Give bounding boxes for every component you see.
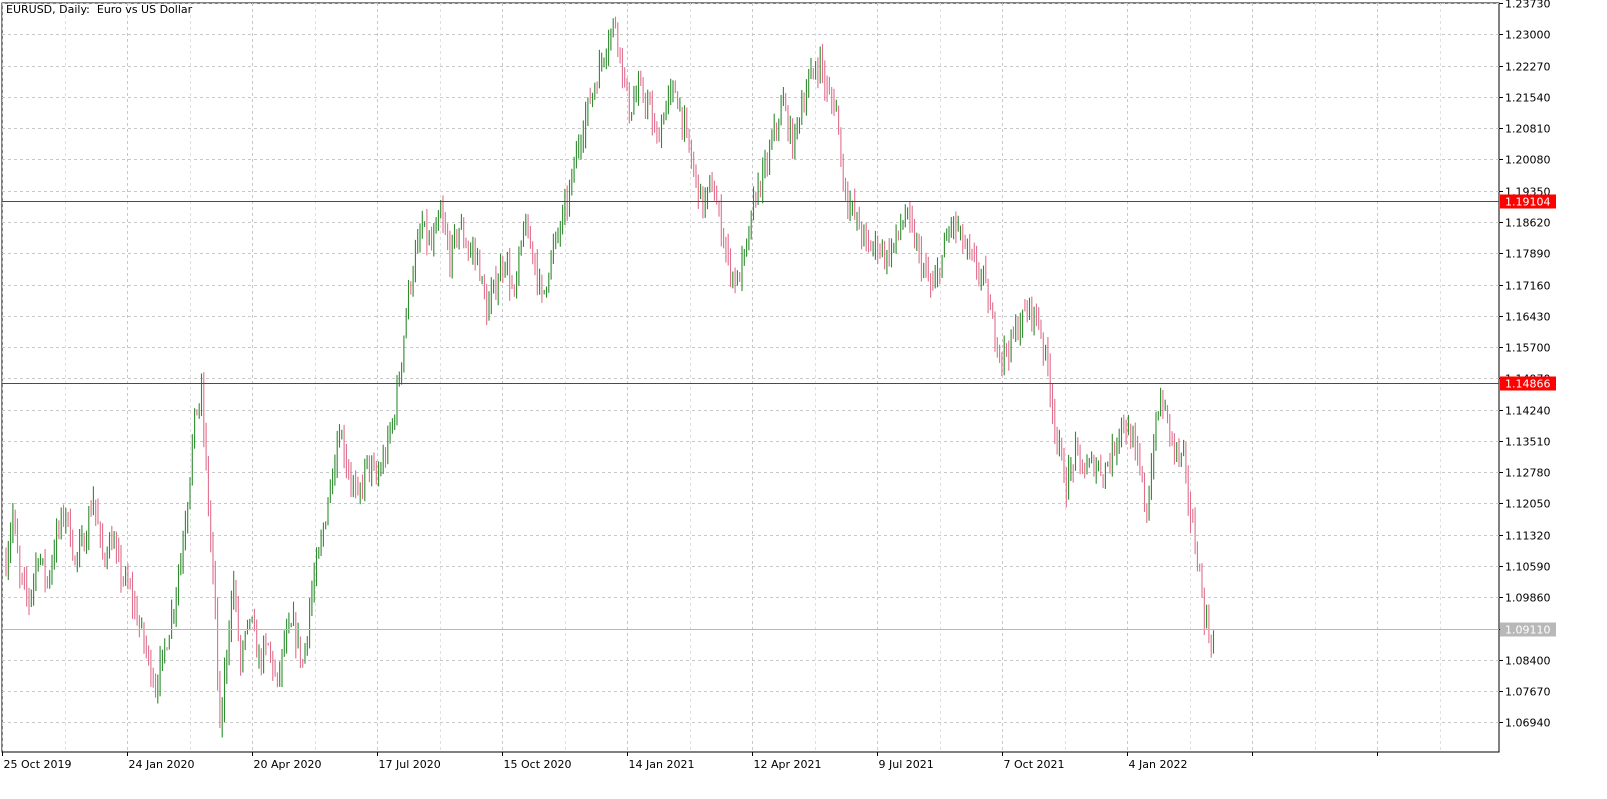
- price-level-label: 1.19104: [1505, 196, 1551, 209]
- y-tick-label: 1.16430: [1505, 311, 1551, 324]
- price-level-label: 1.14866: [1505, 378, 1551, 391]
- current-price-label: 1.09110: [1505, 624, 1551, 637]
- y-tick-label: 1.20810: [1505, 123, 1551, 136]
- y-tick-label: 1.23730: [1505, 0, 1551, 11]
- y-tick-label: 1.22270: [1505, 61, 1551, 74]
- y-tick-label: 1.21540: [1505, 92, 1551, 105]
- x-tick-label: 24 Jan 2020: [129, 758, 195, 771]
- y-tick-label: 1.07670: [1505, 686, 1551, 699]
- x-tick-label: 9 Jul 2021: [879, 758, 934, 771]
- y-tick-label: 1.12780: [1505, 467, 1551, 480]
- y-tick-label: 1.12050: [1505, 498, 1551, 511]
- x-tick-label: 4 Jan 2022: [1129, 758, 1188, 771]
- y-tick-label: 1.15700: [1505, 342, 1551, 355]
- y-tick-label: 1.17890: [1505, 248, 1551, 261]
- y-tick-label: 1.14240: [1505, 405, 1551, 418]
- chart-title: EURUSD, Daily: Euro vs US Dollar: [6, 3, 193, 16]
- x-tick-label: 20 Apr 2020: [254, 758, 322, 771]
- x-tick-label: 12 Apr 2021: [754, 758, 822, 771]
- y-tick-label: 1.17160: [1505, 280, 1551, 293]
- x-tick-label: 14 Jan 2021: [629, 758, 695, 771]
- y-tick-label: 1.06940: [1505, 717, 1551, 730]
- y-tick-label: 1.13510: [1505, 436, 1551, 449]
- y-tick-label: 1.23000: [1505, 29, 1551, 42]
- x-tick-label: 7 Oct 2021: [1004, 758, 1065, 771]
- x-tick-label: 17 Jul 2020: [379, 758, 441, 771]
- x-tick-label: 25 Oct 2019: [4, 758, 72, 771]
- y-tick-label: 1.08400: [1505, 655, 1551, 668]
- y-tick-label: 1.10590: [1505, 561, 1551, 574]
- y-tick-label: 1.09860: [1505, 592, 1551, 605]
- x-tick-label: 15 Oct 2020: [504, 758, 572, 771]
- y-tick-label: 1.20080: [1505, 154, 1551, 167]
- y-tick-label: 1.11320: [1505, 530, 1551, 543]
- chart-canvas[interactable]: 1.23730 1.23000 1.22270 1.21540 1.20810 1.200…: [0, 0, 1607, 795]
- plot-area: [1, 2, 1500, 753]
- price-chart[interactable]: 1.23730 1.23000 1.22270 1.21540 1.20810 1.200…: [0, 0, 1607, 795]
- y-tick-label: 1.18620: [1505, 217, 1551, 230]
